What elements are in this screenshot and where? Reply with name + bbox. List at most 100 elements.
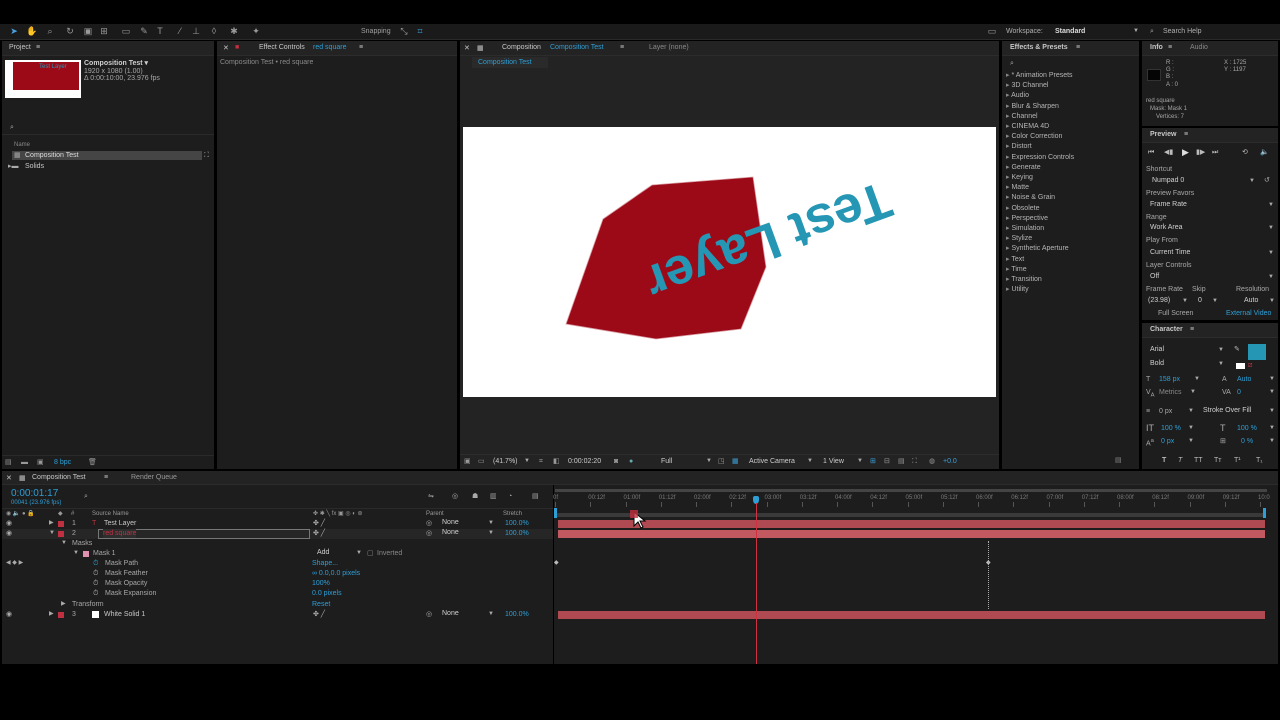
last-frame-icon[interactable]: ⏭: [1212, 148, 1218, 157]
effects-list-item[interactable]: ▸ Keying: [1006, 173, 1033, 181]
interpret-footage-icon[interactable]: ▤: [5, 458, 12, 467]
composition-view-tab[interactable]: Composition Test: [472, 57, 548, 68]
mask-mode-select[interactable]: Add: [317, 549, 329, 556]
resolution-select[interactable]: Auto: [1244, 297, 1258, 304]
puppet-tool-icon[interactable]: ✦: [250, 25, 262, 37]
camera-tool-icon[interactable]: ▣: [82, 25, 94, 37]
play-icon[interactable]: ▶: [1182, 148, 1189, 157]
hscale-caret-icon[interactable]: ▼: [1269, 425, 1275, 431]
motion-blur-icon[interactable]: ◔: [508, 492, 512, 501]
keyframe-navigator-icons[interactable]: ◀ ◆ ▶: [6, 559, 23, 568]
work-area-start-handle[interactable]: [554, 508, 557, 518]
bpc-toggle[interactable]: 8 bpc: [54, 458, 71, 467]
views-caret-icon[interactable]: ▼: [857, 458, 863, 464]
mask-opacity-value[interactable]: 100%: [312, 579, 330, 588]
effects-list-item[interactable]: ▸ Color Correction: [1006, 132, 1062, 140]
font-size-caret-icon[interactable]: ▼: [1194, 376, 1200, 382]
effects-list-item[interactable]: ▸ Channel: [1006, 112, 1038, 120]
vscale-caret-icon[interactable]: ▼: [1188, 425, 1194, 431]
workspace-caret-icon[interactable]: ▼: [1133, 28, 1139, 34]
tsume-caret-icon[interactable]: ▼: [1269, 438, 1275, 444]
work-area-bar[interactable]: [555, 513, 1265, 517]
collapse-icon[interactable]: ▼: [49, 529, 55, 538]
transform-reset[interactable]: Reset: [312, 600, 330, 609]
roto-brush-tool-icon[interactable]: ✱: [228, 25, 240, 37]
camera-select[interactable]: Active Camera: [749, 457, 795, 466]
effects-list-item[interactable]: ▸ Transition: [1006, 275, 1042, 283]
snapshot-icon[interactable]: ◙: [614, 457, 618, 466]
current-time-indicator-line[interactable]: [756, 503, 757, 664]
parent-caret-icon[interactable]: ▼: [488, 530, 494, 536]
effects-list-item[interactable]: ▸ Blur & Sharpen: [1006, 102, 1059, 110]
parent-header[interactable]: Parent: [426, 510, 444, 519]
camera-caret-icon[interactable]: ▼: [807, 458, 813, 464]
baseline-shift-value[interactable]: 0 px: [1161, 437, 1174, 446]
always-preview-icon[interactable]: ▣: [464, 457, 471, 466]
effects-list-item[interactable]: ▸ Simulation: [1006, 224, 1044, 232]
resolution-select[interactable]: Full: [661, 457, 672, 466]
range-select[interactable]: Work Area: [1150, 224, 1183, 231]
stretch-value[interactable]: 100.0%: [505, 610, 529, 619]
effect-controls-layer[interactable]: red square: [313, 44, 346, 51]
selection-tool-icon[interactable]: ➤: [8, 25, 20, 37]
layer-row[interactable]: ◉ ▶ 3 White Solid 1 ✤ ╱ ◎ None ▼ 100.0%: [2, 610, 554, 620]
tracking-caret-icon[interactable]: ▼: [1269, 389, 1275, 395]
external-video-link[interactable]: External Video: [1226, 309, 1271, 318]
clone-stamp-tool-icon[interactable]: ⊥: [190, 25, 202, 37]
skip-select[interactable]: 0: [1198, 297, 1202, 304]
effects-list-item[interactable]: ▸ CINEMA 4D: [1006, 122, 1049, 130]
mask-row[interactable]: ▼ Mask 1 Add ▼ ▢ Inverted: [2, 549, 554, 559]
collapse-icon[interactable]: ▼: [61, 539, 67, 548]
new-folder-icon[interactable]: ▬: [21, 458, 28, 467]
switch-icons[interactable]: ✤ ╱: [313, 529, 325, 538]
info-tab[interactable]: Info: [1150, 44, 1163, 51]
stroke-width-caret-icon[interactable]: ▼: [1188, 408, 1194, 414]
flowchart-icon[interactable]: ⛶: [912, 457, 917, 466]
exposure-value[interactable]: +0.0: [943, 457, 957, 466]
mask-feather-value[interactable]: ∞ 0.0,0.0 pixels: [312, 569, 360, 578]
layer-duration-bar[interactable]: [558, 520, 1265, 528]
layer-name[interactable]: White Solid 1: [104, 610, 145, 619]
panel-menu-icon[interactable]: ≡: [1168, 44, 1172, 51]
label-color-swatch[interactable]: [58, 521, 64, 527]
views-select[interactable]: 1 View: [823, 457, 844, 466]
mask-expansion-value[interactable]: 0.0 pixels: [312, 589, 342, 598]
label-color-swatch[interactable]: [58, 531, 64, 537]
type-tool-icon[interactable]: T: [154, 25, 166, 37]
rotate-tool-icon[interactable]: ↻: [64, 25, 76, 37]
layer-row-selected[interactable]: ◉ ▼ 2 red square ✤ ╱ ◎ None ▼ 100.0%: [2, 529, 554, 539]
panel-menu-icon[interactable]: ≡: [104, 474, 108, 481]
panel-menu-icon[interactable]: ≡: [36, 44, 40, 51]
zoom-caret-icon[interactable]: ▼: [524, 458, 530, 464]
preview-resolution-caret-icon[interactable]: ▼: [1269, 298, 1275, 304]
switch-icons[interactable]: ✤ ╱: [313, 519, 325, 528]
transparency-grid-icon[interactable]: ▦: [732, 457, 739, 466]
close-icon[interactable]: ✕: [223, 44, 229, 52]
effect-controls-tab[interactable]: Effect Controls: [259, 44, 305, 51]
layer-controls-select[interactable]: Off: [1150, 273, 1159, 280]
full-screen-checkbox[interactable]: Full Screen: [1158, 309, 1193, 318]
collapse-icon[interactable]: ▼: [73, 549, 79, 558]
stroke-mode-caret-icon[interactable]: ▼: [1269, 408, 1275, 414]
stretch-value[interactable]: 100.0%: [505, 519, 529, 528]
toggle-pixel-aspect-icon[interactable]: ⊞: [870, 457, 876, 466]
horizontal-scale-value[interactable]: 100 %: [1237, 424, 1257, 433]
project-col-name[interactable]: Name: [14, 141, 30, 150]
frame-blending-icon[interactable]: ▥: [490, 492, 497, 501]
effects-list-item[interactable]: ▸ Generate: [1006, 163, 1041, 171]
mask-mode-caret-icon[interactable]: ▼: [356, 550, 362, 556]
effects-list-item[interactable]: ▸ Synthetic Aperture: [1006, 244, 1069, 252]
pickwhip-icon[interactable]: ◎: [426, 529, 432, 538]
stopwatch-icon[interactable]: ⏱: [93, 569, 98, 578]
effects-list-item[interactable]: ▸ Audio: [1006, 91, 1029, 99]
kerning-value[interactable]: Metrics: [1159, 388, 1182, 397]
keyframe-icon[interactable]: ◆: [554, 559, 559, 568]
pickwhip-icon[interactable]: ◎: [426, 610, 432, 619]
effects-list-item[interactable]: ▸ Perspective: [1006, 214, 1048, 222]
monitor-icon[interactable]: ▭: [478, 457, 485, 466]
kerning-caret-icon[interactable]: ▼: [1190, 389, 1196, 395]
play-from-caret-icon[interactable]: ▼: [1268, 250, 1274, 256]
layer-duration-bar[interactable]: [558, 611, 1265, 619]
stretch-header[interactable]: Stretch: [503, 510, 522, 519]
preview-tab[interactable]: Preview: [1150, 131, 1176, 138]
